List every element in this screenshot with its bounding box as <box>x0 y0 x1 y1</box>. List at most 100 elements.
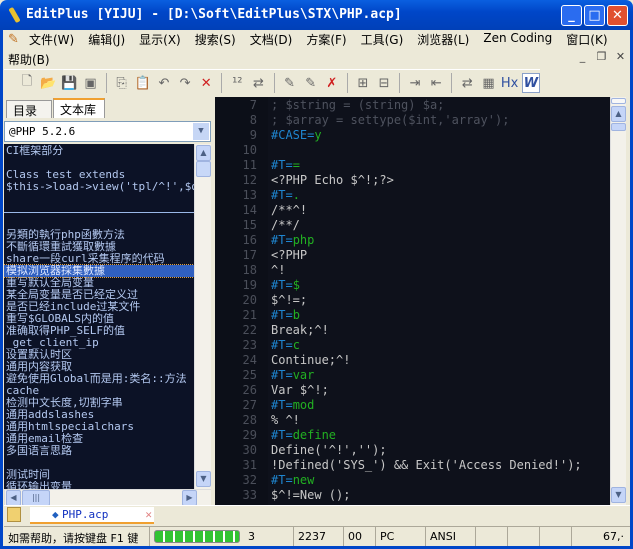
tab-cliptext[interactable]: 文本库 <box>53 98 105 118</box>
cliptext-item[interactable]: 通用email检查 <box>4 433 194 445</box>
folder-icon[interactable] <box>7 507 21 522</box>
code-line: 32 #T=new <box>215 473 610 488</box>
cliptext-item[interactable]: 重写默认全局变量 <box>4 277 194 289</box>
swap-button[interactable]: ⇄ <box>458 73 476 93</box>
tab-directory[interactable]: 目录 <box>6 100 52 118</box>
cliptext-item[interactable] <box>4 457 194 469</box>
redo-icon: ↷ <box>179 75 191 91</box>
mdi-close-button[interactable]: ✕ <box>612 50 629 65</box>
cliptext-item[interactable]: CI框架部分 <box>4 145 194 157</box>
outdent-button[interactable]: ⇤ <box>427 73 445 93</box>
menu-item[interactable]: 文件(W) <box>29 31 74 49</box>
menu-item[interactable]: 编辑(J) <box>88 31 125 49</box>
cliptext-item[interactable]: 是否已经include过某文件 <box>4 301 194 313</box>
clear-button[interactable]: ✗ <box>323 73 341 93</box>
scroll-up-button[interactable]: ▲ <box>611 106 626 122</box>
cliptext-item[interactable]: 通用内容获取 <box>4 361 194 373</box>
new-file-button[interactable]: 🗋 <box>18 73 36 93</box>
delete-button[interactable]: ✕ <box>197 73 215 93</box>
menu-item[interactable]: 显示(X) <box>139 31 181 49</box>
scroll-left-button[interactable]: ◀ <box>6 490 21 506</box>
cliptext-item[interactable]: 不斷循環重試獲取數據 <box>4 241 194 253</box>
cliptext-item[interactable]: 避免使用Global而是用:类名::方法 <box>4 373 194 385</box>
scroll-down-button[interactable]: ▼ <box>611 487 626 503</box>
browser-button[interactable]: ▦ <box>479 73 497 93</box>
edit-button[interactable]: ✎ <box>280 73 298 93</box>
indent-button[interactable]: ⇥ <box>406 73 424 93</box>
menu-item[interactable]: Zen Coding <box>483 31 552 49</box>
close-button[interactable]: ✕ <box>607 5 628 26</box>
code-token: mod <box>292 398 315 412</box>
hscroll-thumb[interactable]: ||| <box>22 490 50 506</box>
cliptext-item[interactable]: 多国语言思路 <box>4 445 194 457</box>
code-line: 23 #T=c <box>215 338 610 353</box>
cliptext-item[interactable]: 模拟浏览器採集數據 <box>4 264 194 278</box>
menu-item[interactable]: 方案(F) <box>306 31 346 49</box>
cliptext-item[interactable] <box>4 157 194 169</box>
line-number-button[interactable]: ¹² <box>228 73 246 93</box>
cliptext-item[interactable]: 通用addslashes <box>4 409 194 421</box>
cliptext-horizontal-scrollbar[interactable]: ◀ ||| ▶ <box>4 489 211 506</box>
hex-button[interactable]: Hx <box>501 73 519 93</box>
maximize-button[interactable]: □ <box>584 5 605 26</box>
cliptext-item[interactable]: 准确取得PHP_SELF的值 <box>4 325 194 337</box>
menu-item[interactable]: 文档(D) <box>250 31 293 49</box>
copy-button[interactable]: ⎘ <box>113 73 131 93</box>
cliptext-library-select[interactable]: @PHP 5.2.6 ▼ <box>4 121 211 142</box>
menu-item[interactable]: 窗口(K) <box>566 31 607 49</box>
word-wrap-button[interactable]: W <box>521 73 541 93</box>
document-tab[interactable]: ◆ PHP.acp ✕ <box>30 507 154 524</box>
open-folder-button[interactable]: 📂 <box>39 73 57 93</box>
chevron-down-icon[interactable]: ▼ <box>193 123 209 140</box>
minimize-button[interactable]: _ <box>561 5 582 26</box>
scroll-up-button[interactable]: ▲ <box>196 145 211 161</box>
code-editor[interactable]: 7 ; $string = (string) $a; 8 ; $array = set… <box>215 97 610 505</box>
menu-item[interactable]: 搜索(S) <box>195 31 236 49</box>
code-token: = <box>292 158 300 172</box>
editor-vertical-scrollbar[interactable]: ▲ ▼ <box>610 97 626 505</box>
cliptext-item[interactable]: 循环输出变量 <box>4 481 194 489</box>
redo-button[interactable]: ↷ <box>176 73 194 93</box>
collapse-button[interactable]: ⊟ <box>375 73 393 93</box>
split-handle[interactable] <box>611 98 626 104</box>
undo-button[interactable]: ↶ <box>155 73 173 93</box>
cliptext-item[interactable]: 测试时间 <box>4 469 194 481</box>
cliptext-item[interactable]: 重写$GLOBALS内的值 <box>4 313 194 325</box>
toolbar-separator <box>105 73 107 93</box>
save-all-button[interactable]: ▣ <box>81 73 99 93</box>
cliptext-item[interactable]: $this->load->view('tpl/^!',$data); <box>4 181 194 193</box>
cliptext-vertical-scrollbar[interactable]: ▲ ▼ <box>194 144 211 489</box>
cliptext-item[interactable] <box>4 193 194 205</box>
cliptext-item[interactable]: 某全局变量是否已经定义过 <box>4 289 194 301</box>
cliptext-item[interactable]: 检测中文长度,切割字串 <box>4 397 194 409</box>
mdi-restore-button[interactable]: ❐ <box>593 50 610 65</box>
scroll-thumb[interactable] <box>196 161 211 177</box>
scroll-right-button[interactable]: ▶ <box>182 490 197 506</box>
paste-button[interactable]: 📋 <box>134 73 152 93</box>
close-tab-icon[interactable]: ✕ <box>145 507 152 523</box>
toolbar-separator <box>346 73 348 93</box>
sync-button[interactable]: ⇄ <box>249 73 267 93</box>
status-bar: 如需帮助，请按键盘 F1 键 3 2237 00 PC ANSI 67,· <box>4 526 630 546</box>
browser-icon: ▦ <box>482 75 495 91</box>
cliptext-item[interactable]: 设置默认时区 <box>4 349 194 361</box>
mdi-minimize-button[interactable]: _ <box>574 50 591 65</box>
code-line: 11 #T== <box>215 158 610 173</box>
menu-item[interactable]: 帮助(B) <box>8 51 50 69</box>
scroll-down-button[interactable]: ▼ <box>196 471 211 487</box>
cliptext-item[interactable]: 通用htmlspecialchars <box>4 421 194 433</box>
cliptext-item[interactable]: 另類的執行php函數方法 <box>4 229 194 241</box>
menu-item[interactable]: 工具(G) <box>361 31 404 49</box>
toolbar-separator <box>399 73 401 93</box>
cliptext-item[interactable]: _get_client_ip <box>4 337 194 349</box>
cliptext-item[interactable]: Class test extends <box>4 169 194 181</box>
scroll-thumb[interactable] <box>611 123 626 131</box>
cliptext-item[interactable]: cache <box>4 385 194 397</box>
cliptext-item[interactable]: share一段curl采集程序的代码 <box>4 253 194 265</box>
menu-item[interactable]: 浏览器(L) <box>417 31 469 49</box>
cliptext-item[interactable] <box>4 217 194 229</box>
expand-button[interactable]: ⊞ <box>354 73 372 93</box>
edit-all-button[interactable]: ✎ <box>302 73 320 93</box>
outdent-icon: ⇤ <box>430 75 442 91</box>
save-button[interactable]: 💾 <box>60 73 78 93</box>
